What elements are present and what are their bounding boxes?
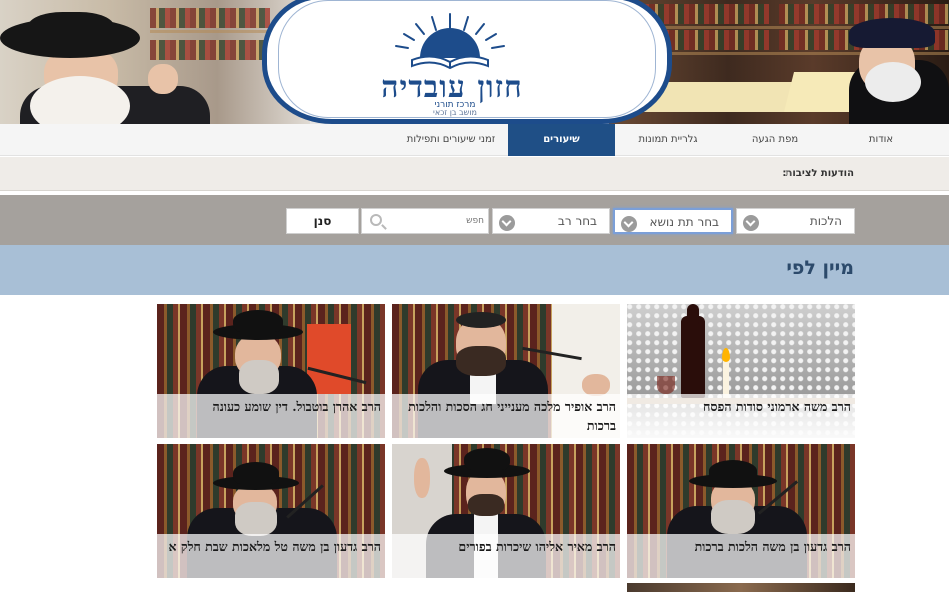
logo-location: מושב בן זכאי <box>433 108 477 117</box>
main-nav: אודות מפת הגעה גלריית תמונות שיעורים זמנ… <box>0 124 949 156</box>
lesson-title: הרב גדעון בן משה טל מלאכות שבת חלק א <box>168 539 382 554</box>
sort-title: מיין לפי <box>786 257 854 279</box>
notices-bar: הודעות לציבור: ת <box>0 157 949 191</box>
nav-item-schedule[interactable]: זמני שיעורים ותפילות <box>396 124 506 156</box>
search-input[interactable] <box>388 211 484 231</box>
lesson-title: הרב משה ארמוני סודות הפסח <box>703 399 851 414</box>
lesson-card[interactable]: הרב גדעון בן משה הלכות ברכות <box>627 444 855 578</box>
search-icon[interactable] <box>370 214 382 226</box>
filter-bar: הלכות בחר תת נושא בחר רב סנן <box>0 195 949 245</box>
nav-item-gallery[interactable]: גלריית תמונות <box>618 124 718 156</box>
chevron-down-icon <box>621 216 637 232</box>
lesson-card[interactable]: הרב אהרן בוטבול. דין שומע כעונה <box>157 304 385 438</box>
subtopic-select-value: בחר תת נושא <box>649 215 719 229</box>
notices-ticker[interactable]: ת <box>785 168 792 179</box>
subtopic-select[interactable]: בחר תת נושא <box>613 208 733 234</box>
lesson-title: הרב אופיר מלכה מענייני חג הסכות והלכות ב… <box>408 399 616 433</box>
category-select-value: הלכות <box>809 214 842 228</box>
sort-bar: מיין לפי <box>0 245 949 295</box>
header-banner: חזון עובדיה מרכז תורני מושב בן זכאי <box>0 0 949 124</box>
lesson-title: הרב אהרן בוטבול. דין שומע כעונה <box>212 399 382 414</box>
nav-item-directions[interactable]: מפת הגעה <box>730 124 820 156</box>
logo-book-sun-icon <box>395 13 505 70</box>
lesson-title: הרב מאיר אליהו שיכרות בפורים <box>458 539 616 554</box>
lesson-title: הרב גדעון בן משה הלכות ברכות <box>694 539 851 554</box>
filter-button[interactable]: סנן <box>286 208 359 234</box>
rabbi-select[interactable]: בחר רב <box>492 208 610 234</box>
lesson-card-partial[interactable] <box>627 583 855 592</box>
rabbi-select-value: בחר רב <box>557 214 597 228</box>
category-select[interactable]: הלכות <box>736 208 855 234</box>
notices-label: הודעות לציבור: <box>782 168 854 179</box>
chevron-down-icon <box>743 215 759 231</box>
lesson-card[interactable]: הרב משה ארמוני סודות הפסח <box>627 304 855 438</box>
lesson-card[interactable]: הרב אופיר מלכה מענייני חג הסכות והלכות ב… <box>392 304 620 438</box>
nav-item-about[interactable]: אודות <box>845 124 917 156</box>
chevron-down-icon <box>499 215 515 231</box>
search-box <box>361 208 489 234</box>
lesson-card[interactable]: הרב גדעון בן משה טל מלאכות שבת חלק א <box>157 444 385 578</box>
nav-item-lessons[interactable]: שיעורים <box>508 124 615 156</box>
lesson-card[interactable]: הרב מאיר אליהו שיכרות בפורים <box>392 444 620 578</box>
